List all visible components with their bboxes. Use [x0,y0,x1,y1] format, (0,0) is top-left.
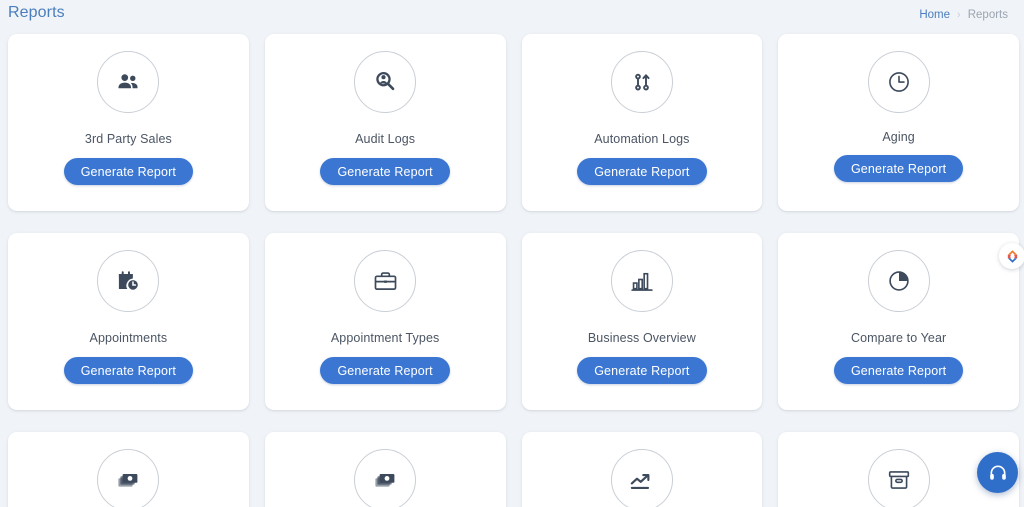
report-card-label: Compare to Year [850,331,947,345]
report-card-label: Appointment Types [330,331,440,345]
clock-icon [867,51,930,113]
report-card [8,432,249,507]
calendar-clock-icon [97,250,160,312]
report-card: Appointment Types Generate Report [264,233,506,410]
generate-report-button[interactable]: Generate Report [63,357,194,384]
git-branch-icon [610,51,673,113]
report-card-label: Automation Logs [594,132,690,146]
generate-report-button[interactable]: Generate Report [577,158,707,185]
breadcrumb-home-link[interactable]: Home [919,4,950,26]
generate-report-button[interactable]: Generate Report [63,158,194,185]
brand-logo-icon[interactable] [999,243,1024,269]
report-card-label: 3rd Party Sales [84,132,172,146]
briefcase-icon [354,250,417,312]
report-card-label: Aging [882,130,915,144]
report-card: Automation Logs Generate Report [521,34,763,211]
generate-report-button[interactable]: Generate Report [833,357,964,384]
report-card-label: Audit Logs [355,132,416,146]
generate-report-button[interactable]: Generate Report [577,357,707,384]
generate-report-button[interactable]: Generate Report [320,158,450,185]
person-search-icon [354,51,417,113]
reports-grid: 3rd Party Sales Generate Report Audit Logs… [0,34,1024,507]
report-card: Audit Logs Generate Report [264,34,506,211]
report-card: 3rd Party Sales Generate Report [8,34,249,211]
report-card-label: Business Overview [587,331,696,345]
pie-chart-icon [867,250,930,312]
headset-support-icon [989,465,1006,480]
page-title: Reports [8,4,65,21]
report-card: Aging Generate Report [778,34,1019,211]
trending-up-icon [610,449,673,507]
page-header: Reports Home › Reports [0,0,1024,34]
generate-report-button[interactable]: Generate Report [833,155,964,182]
archive-box-icon [867,449,930,507]
report-card: Compare to Year Generate Report [778,233,1019,410]
report-card [264,432,506,507]
chevron-right-icon: › [957,9,961,21]
report-card [521,432,763,507]
support-chat-button[interactable] [977,452,1018,493]
cash-stack-icon [354,449,417,507]
cash-stack-icon [97,449,160,507]
report-card: Appointments Generate Report [8,233,249,410]
breadcrumb: Home › Reports [919,0,1008,26]
report-card-label: Appointments [89,331,168,345]
people-group-icon [97,51,160,113]
bar-chart-icon [610,250,673,312]
generate-report-button[interactable]: Generate Report [320,357,450,384]
breadcrumb-current: Reports [967,9,1008,21]
report-card: Business Overview Generate Report [521,233,763,410]
